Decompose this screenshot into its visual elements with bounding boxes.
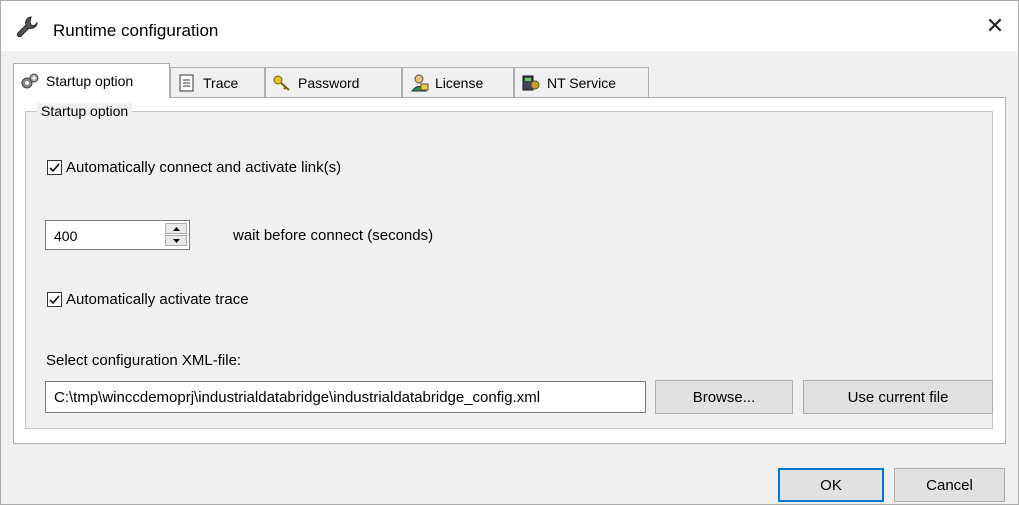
tab-label: Startup option xyxy=(46,73,134,89)
checkmark-icon xyxy=(49,163,60,173)
close-button[interactable]: ✕ xyxy=(972,1,1018,51)
wrench-icon xyxy=(15,15,39,39)
gears-icon xyxy=(20,72,40,90)
wait-seconds-value: 400 xyxy=(54,228,78,244)
config-file-label: Select configuration XML-file: xyxy=(46,352,242,369)
auto-trace-label: Automatically activate trace xyxy=(66,291,249,308)
arrow-down-icon xyxy=(172,238,180,243)
tab-label: Password xyxy=(298,74,360,91)
arrow-up-icon xyxy=(172,226,180,231)
cancel-button[interactable]: Cancel xyxy=(894,468,1005,502)
auto-trace-checkbox[interactable]: Automatically activate trace xyxy=(47,291,249,308)
tab-trace[interactable]: Trace xyxy=(170,67,265,97)
tab-label: NT Service xyxy=(547,74,616,91)
checkmark-icon xyxy=(49,295,60,305)
auto-connect-checkbox[interactable]: Automatically connect and activate link(… xyxy=(47,159,341,176)
tab-nt-service[interactable]: NT Service xyxy=(514,67,649,97)
keys-icon xyxy=(272,74,292,92)
title-bar: Runtime configuration ✕ xyxy=(1,1,1018,51)
browse-button[interactable]: Browse... xyxy=(655,380,793,414)
auto-connect-label: Automatically connect and activate link(… xyxy=(66,159,342,176)
notepad-icon xyxy=(177,74,197,92)
spin-up-button[interactable] xyxy=(165,223,187,234)
checkbox-box[interactable] xyxy=(47,292,62,307)
tab-label: License xyxy=(435,74,484,91)
ok-button[interactable]: OK xyxy=(778,468,884,502)
license-user-icon xyxy=(409,74,429,92)
use-current-file-button[interactable]: Use current file xyxy=(803,380,993,414)
wait-seconds-stepper[interactable] xyxy=(165,223,187,247)
tab-startup-option[interactable]: Startup option xyxy=(13,63,170,98)
group-title: Startup option xyxy=(37,103,133,119)
checkbox-box[interactable] xyxy=(47,160,62,175)
spin-down-button[interactable] xyxy=(165,235,187,246)
wait-label: wait before connect (seconds) xyxy=(233,227,434,244)
tab-license[interactable]: License xyxy=(402,67,514,97)
tab-password[interactable]: Password xyxy=(265,67,402,97)
service-icon xyxy=(521,74,541,92)
window-title: Runtime configuration xyxy=(53,21,219,40)
close-icon: ✕ xyxy=(985,13,1005,38)
tab-label: Trace xyxy=(203,74,239,91)
config-file-path-input[interactable]: C:\tmp\winccdemoprj\industrialdatabridge… xyxy=(45,381,646,413)
wait-seconds-input[interactable]: 400 xyxy=(45,220,190,250)
runtime-configuration-dialog: Runtime configuration ✕ Startup option T… xyxy=(0,0,1019,505)
